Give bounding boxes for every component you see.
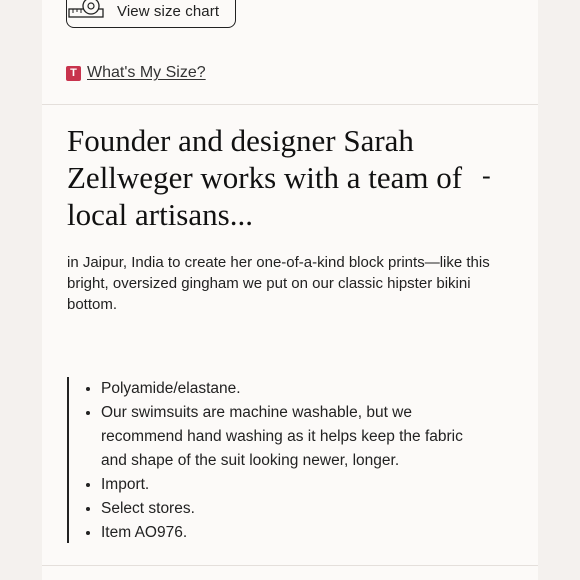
measuring-tape-icon xyxy=(67,0,105,19)
description-text: in Jaipur, India to create her one-of-a-… xyxy=(67,254,490,313)
detail-item: Item AO976. xyxy=(101,521,487,545)
collapse-toggle-icon[interactable]: - xyxy=(482,161,491,191)
whats-my-size-label: What's My Size? xyxy=(87,64,206,81)
description-heading: Founder and designer Sarah Zellweger wor… xyxy=(67,123,463,232)
detail-item: Import. xyxy=(101,473,487,497)
size-tool-logo-icon: T xyxy=(66,65,81,81)
product-details-list: Polyamide/elastane. Our swimsuits are ma… xyxy=(67,377,487,543)
view-size-chart-button[interactable]: View size chart xyxy=(66,0,236,28)
detail-item: Select stores. xyxy=(101,497,487,521)
detail-item: Polyamide/elastane. xyxy=(101,377,487,401)
section-divider xyxy=(42,104,538,105)
whats-my-size-link[interactable]: T What's My Size? xyxy=(66,64,206,82)
product-details-panel: View size chart T What's My Size? Founde… xyxy=(42,0,538,580)
section-divider-bottom xyxy=(42,565,538,566)
view-size-chart-label: View size chart xyxy=(117,3,220,20)
detail-item: Our swimsuits are machine washable, but … xyxy=(101,401,487,473)
